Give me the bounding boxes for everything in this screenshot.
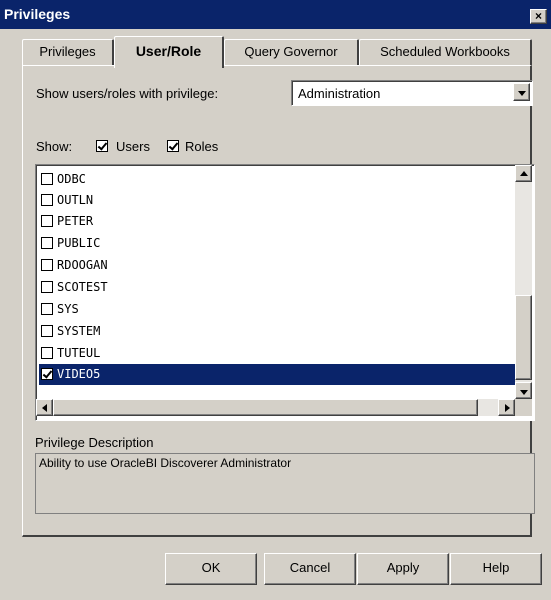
privilege-description-label: Privilege Description	[35, 435, 154, 450]
chevron-down-icon	[518, 91, 526, 96]
users-checkbox-label: Users	[116, 139, 150, 154]
list-item-label: TUTEUL	[57, 346, 101, 360]
list-item-checkbox[interactable]	[41, 281, 53, 293]
roles-checkbox-label: Roles	[185, 139, 219, 154]
show-label: Show:	[36, 139, 73, 154]
cancel-button[interactable]: Cancel	[264, 553, 356, 585]
close-icon[interactable]: ×	[530, 9, 547, 24]
list-item-checkbox[interactable]	[41, 368, 53, 380]
list-item-label: VIDEO5	[57, 367, 101, 381]
list-item-checkbox[interactable]	[41, 325, 53, 337]
list-item-label: OUTLN	[57, 193, 94, 207]
horizontal-scrollbar[interactable]	[36, 399, 515, 416]
list-item[interactable]: SYSTEM	[39, 321, 515, 342]
list-item-label: PETER	[57, 214, 94, 228]
list-item-label: ODBC	[57, 172, 86, 186]
scrollbar-corner	[515, 399, 532, 416]
user-role-list[interactable]: ODBC OUTLN PETER PUBLIC RDOOGAN SCOTEST …	[35, 164, 535, 421]
list-item-checkbox[interactable]	[41, 194, 53, 206]
list-item[interactable]: PUBLIC	[39, 233, 515, 254]
list-item[interactable]: SYS	[39, 299, 515, 320]
list-item-label: SYS	[57, 302, 79, 316]
tab-user-role[interactable]: User/Role	[114, 36, 224, 68]
list-item-label: PUBLIC	[57, 236, 101, 250]
list-item-checkbox[interactable]	[41, 259, 53, 271]
arrow-down-icon	[520, 390, 528, 395]
privilege-description-text: Ability to use OracleBI Discoverer Admin…	[39, 456, 292, 470]
list-item-label: SYSTEM	[57, 324, 101, 338]
list-item-checkbox[interactable]	[41, 173, 53, 185]
tab-query-governor[interactable]: Query Governor	[224, 39, 359, 65]
list-item[interactable]: RDOOGAN	[39, 255, 515, 276]
scroll-up-button[interactable]	[515, 165, 532, 182]
users-checkbox[interactable]	[96, 140, 108, 152]
vertical-scrollbar[interactable]	[515, 165, 532, 399]
scroll-down-button[interactable]	[515, 382, 532, 399]
list-item[interactable]: OUTLN	[39, 190, 515, 211]
privilege-description-box: Ability to use OracleBI Discoverer Admin…	[35, 453, 535, 514]
list-item-selected[interactable]: VIDEO5	[39, 364, 515, 385]
horizontal-scroll-thumb[interactable]	[53, 399, 478, 416]
arrow-right-icon	[505, 404, 510, 412]
privilege-select[interactable]: Administration	[291, 80, 533, 106]
privilege-select-value: Administration	[298, 86, 381, 101]
list-item-checkbox[interactable]	[41, 303, 53, 315]
list-item-checkbox[interactable]	[41, 347, 53, 359]
help-button[interactable]: Help	[450, 553, 542, 585]
vertical-scroll-thumb[interactable]	[515, 295, 532, 380]
scroll-left-button[interactable]	[36, 399, 53, 416]
arrow-up-icon	[520, 171, 528, 176]
list-item-label: SCOTEST	[57, 280, 108, 294]
dropdown-button[interactable]	[513, 83, 530, 101]
list-item[interactable]: ODBC	[39, 169, 515, 190]
list-item-checkbox[interactable]	[41, 215, 53, 227]
arrow-left-icon	[42, 404, 47, 412]
tab-privileges[interactable]: Privileges	[22, 39, 114, 65]
list-item[interactable]: TUTEUL	[39, 343, 515, 364]
window-title: Privileges	[4, 6, 71, 22]
list-item-label: RDOOGAN	[57, 258, 108, 272]
privilege-filter-label: Show users/roles with privilege:	[36, 86, 219, 101]
tab-scheduled-workbooks[interactable]: Scheduled Workbooks	[359, 39, 532, 65]
ok-button[interactable]: OK	[165, 553, 257, 585]
scroll-right-button[interactable]	[498, 399, 515, 416]
list-item-checkbox[interactable]	[41, 237, 53, 249]
roles-checkbox[interactable]	[167, 140, 179, 152]
apply-button[interactable]: Apply	[357, 553, 449, 585]
list-item[interactable]: PETER	[39, 211, 515, 232]
list-item[interactable]: SCOTEST	[39, 277, 515, 298]
title-bar: Privileges ×	[0, 0, 551, 29]
